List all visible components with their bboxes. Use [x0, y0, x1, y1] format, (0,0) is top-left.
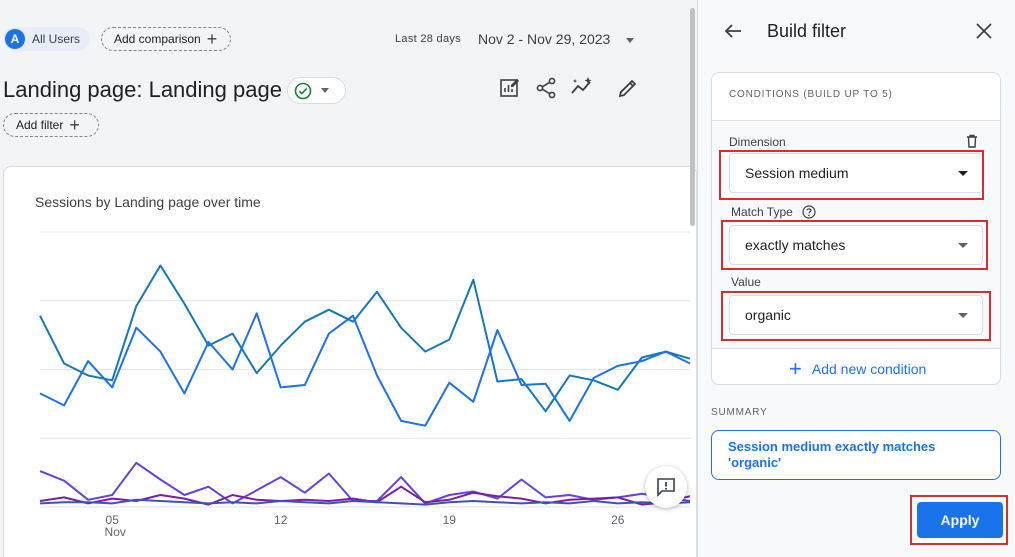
chart-series: [39, 264, 691, 506]
x-tick-label: 19: [443, 513, 457, 527]
chart-gridlines: [40, 231, 690, 508]
help-icon[interactable]: [802, 205, 816, 219]
dimension-value: Session medium: [745, 165, 849, 181]
feedback-button[interactable]: [645, 466, 687, 508]
report-area: A All Users Add comparison + Last 28 day…: [0, 0, 697, 557]
feedback-icon: [657, 478, 675, 497]
apply-button[interactable]: Apply: [917, 502, 1003, 538]
delete-icon[interactable]: [964, 133, 980, 149]
x-tick-label: 12: [274, 513, 288, 527]
add-new-condition-button[interactable]: + Add new condition: [789, 358, 926, 380]
value-value: organic: [745, 307, 791, 323]
series-line-3: [39, 461, 691, 505]
build-filter-panel: Build filter CONDITIONS (BUILD UP TO 5) …: [697, 0, 1015, 557]
match-type-label: Match Type: [731, 205, 793, 219]
plus-icon: +: [789, 356, 802, 381]
dropdown-caret-icon: [958, 313, 968, 318]
sessions-line-chart: 05Nov12 19 26: [39, 231, 691, 539]
dropdown-caret-icon: [958, 243, 968, 248]
x-tick-label: 26: [611, 513, 625, 527]
report-scrollbar[interactable]: [690, 8, 695, 226]
chart-x-ticks: 05Nov12 19 26: [105, 513, 625, 539]
summary-header: SUMMARY: [711, 407, 768, 418]
panel-title: Build filter: [767, 21, 847, 41]
x-tick-month-label: Nov: [105, 525, 126, 539]
value-label: Value: [731, 275, 761, 289]
conditions-box: CONDITIONS (BUILD UP TO 5) Dimension Ses…: [711, 72, 1001, 385]
match-type-value: exactly matches: [745, 237, 846, 253]
divider: [712, 348, 1000, 349]
conditions-header: CONDITIONS (BUILD UP TO 5): [729, 89, 893, 100]
condition-row: Dimension Session medium Match Type exac…: [712, 121, 1000, 348]
series-line-1: [39, 264, 691, 413]
dropdown-caret-icon: [958, 171, 968, 176]
back-arrow-icon[interactable]: [723, 21, 743, 41]
value-select[interactable]: organic: [729, 295, 983, 335]
dimension-label: Dimension: [729, 135, 786, 149]
close-icon[interactable]: [975, 22, 993, 40]
match-type-select[interactable]: exactly matches: [729, 225, 983, 265]
dimension-select[interactable]: Session medium: [729, 153, 983, 193]
summary-text: Session medium exactly matches 'organic': [711, 430, 1001, 480]
add-condition-label: Add new condition: [811, 361, 927, 377]
